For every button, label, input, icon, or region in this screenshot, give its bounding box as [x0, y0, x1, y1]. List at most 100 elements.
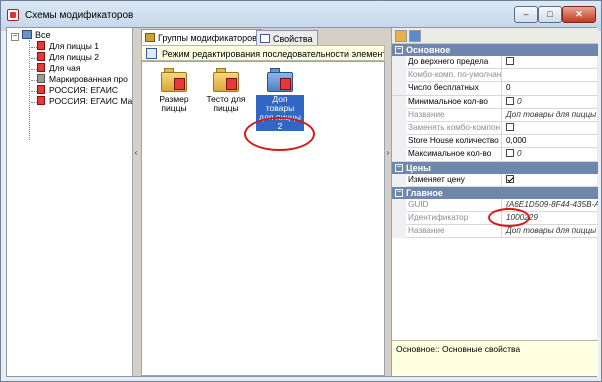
group-label: Тесто для пиццы: [206, 94, 246, 113]
tree-item-egais-ma[interactable]: РОССИЯ: ЕГАИС Ма: [37, 96, 132, 107]
prop-name: До верхнего предела: [406, 56, 502, 69]
replace-combo-checkbox[interactable]: [506, 122, 514, 131]
prop-value[interactable]: 0: [504, 148, 598, 161]
edit-mode-toggle[interactable]: Режим редактирования последовательности …: [141, 45, 385, 61]
prop-name: Минимальное кол-во: [406, 95, 502, 109]
red-doc-icon: [37, 52, 45, 61]
window-title: Схемы модификаторов: [25, 10, 134, 21]
tab-label: Свойства: [273, 34, 313, 44]
group-label: Размер пиццы: [159, 94, 189, 113]
tree-item-label: Для чая: [49, 63, 81, 73]
category-label: Основное: [406, 45, 451, 55]
prop-name: Изменяет цену: [406, 173, 502, 187]
category-label: Цены: [406, 162, 431, 173]
prop-row-max-count[interactable]: Максимальное кол-во 0: [392, 148, 598, 162]
property-grid-panel: − Основное До верхнего предела Комбо-комп…: [391, 28, 598, 376]
prop-value[interactable]: [504, 122, 598, 135]
tree-item-label: Для пиццы 1: [49, 41, 99, 51]
prop-name: Название: [406, 225, 502, 239]
prop-value[interactable]: [504, 69, 598, 82]
folder-tree-icon: [22, 30, 32, 39]
collapse-icon[interactable]: −: [395, 46, 403, 54]
modifier-schemes-window: Схемы модификаторов – □ ✕ − Все Для пиццы…: [0, 0, 602, 382]
category-basic[interactable]: − Основное: [392, 44, 598, 56]
min-count-checkbox[interactable]: [506, 96, 514, 105]
tab-strip: Группы модификаторов Свойства: [141, 29, 385, 46]
prop-value[interactable]: Доп товары для пиццы 2: [504, 109, 598, 122]
tree-item-label: РОССИЯ: ЕГАИС Ма: [49, 96, 133, 106]
prop-value[interactable]: 0: [504, 96, 598, 109]
prop-name: Store House количество: [406, 135, 502, 149]
tree-root-label: Все: [35, 30, 51, 40]
tree-item-marked[interactable]: Маркированная про: [37, 74, 128, 85]
prop-value[interactable]: 0: [504, 82, 598, 95]
category-prices[interactable]: − Цены: [392, 161, 598, 174]
prop-name: Максимальное кол-во: [406, 148, 502, 162]
property-description: Основное:: Основные свойства: [392, 340, 598, 376]
maximize-button[interactable]: □: [538, 6, 562, 23]
red-doc-icon: [37, 85, 45, 94]
upper-limit-checkbox[interactable]: [506, 57, 514, 65]
prop-row-changes-price[interactable]: Изменяет цену: [392, 173, 598, 187]
prop-name: Заменять комбо-компон: [406, 121, 502, 135]
prop-row-free-count[interactable]: Число бесплатных 0: [392, 82, 598, 96]
groups-canvas: Размер пиццы Тесто для пиццы Доп товары для…: [141, 61, 385, 376]
folder-icon: [213, 68, 239, 92]
category-main[interactable]: − Главное: [392, 186, 598, 199]
prop-row-main-name[interactable]: Название Доп товары для пиццы 2: [392, 225, 598, 239]
groups-panel: Группы модификаторов Свойства Режим реда…: [139, 28, 385, 376]
red-doc-icon: [37, 41, 45, 50]
tree-item-label: Маркированная про: [49, 74, 128, 84]
prop-value[interactable]: [504, 174, 598, 187]
collapse-icon[interactable]: −: [395, 163, 403, 172]
categorized-view-icon[interactable]: [395, 30, 407, 42]
highlight-oval: [244, 117, 315, 151]
alphabetical-view-icon[interactable]: [409, 30, 421, 42]
tree-item-label: РОССИЯ: ЕГАИС: [49, 85, 118, 95]
prop-value[interactable]: Доп товары для пиццы 2: [504, 225, 598, 238]
properties-tab-icon: [260, 34, 270, 43]
prop-row-min-count[interactable]: Минимальное кол-во 0: [392, 95, 598, 109]
tree-item-egais[interactable]: РОССИЯ: ЕГАИС: [37, 85, 118, 96]
red-doc-icon: [37, 96, 45, 105]
prop-value[interactable]: [504, 56, 598, 69]
tab-modifier-groups[interactable]: Группы модификаторов: [141, 29, 262, 46]
tab-label: Группы модификаторов: [158, 33, 257, 43]
prop-row-replace-combo[interactable]: Заменять комбо-компон: [392, 121, 598, 136]
category-label: Главное: [406, 187, 443, 198]
tree-guide-line: [29, 40, 30, 140]
close-button[interactable]: ✕: [562, 6, 596, 23]
edit-mode-label: Режим редактирования последовательности …: [162, 49, 385, 59]
folder-icon: [161, 68, 187, 92]
collapse-icon[interactable]: −: [11, 33, 19, 41]
groups-tab-icon: [145, 33, 155, 42]
max-count-checkbox[interactable]: [506, 149, 514, 158]
prop-name: Число бесплатных: [406, 82, 502, 96]
minimize-button[interactable]: –: [514, 6, 538, 23]
collapse-icon[interactable]: −: [395, 188, 403, 197]
prop-row-upper-limit[interactable]: До верхнего предела: [392, 56, 598, 70]
edit-sequence-icon: [146, 48, 157, 59]
highlight-oval: [488, 208, 530, 227]
red-doc-icon: [37, 63, 45, 72]
tree-item-pizza-1[interactable]: Для пиццы 1: [37, 41, 99, 52]
changes-price-checkbox[interactable]: [506, 174, 514, 183]
tree-item-tea[interactable]: Для чая: [37, 63, 80, 74]
group-pizza-dough[interactable]: Тесто для пиццы: [202, 68, 250, 113]
prop-name: Комбо-комп. по-умолчан: [406, 69, 502, 83]
property-toolbar: [392, 28, 598, 44]
prop-value[interactable]: 0,000: [504, 135, 598, 148]
prop-name: GUID: [406, 198, 502, 212]
folder-icon: [267, 68, 293, 92]
tab-properties[interactable]: Свойства: [256, 30, 318, 46]
group-pizza-size[interactable]: Размер пиццы: [150, 68, 198, 113]
app-icon: [7, 9, 19, 21]
prop-row-combo-default[interactable]: Комбо-комп. по-умолчан: [392, 69, 598, 83]
schemes-tree: − Все Для пиццы 1 Для пиццы 2 Для чая Мар…: [7, 28, 133, 376]
grey-doc-icon: [37, 74, 45, 83]
prop-name: Название: [406, 108, 502, 122]
tree-item-pizza-2[interactable]: Для пиццы 2: [37, 52, 99, 63]
prop-row-storehouse-qty[interactable]: Store House количество 0,000: [392, 135, 598, 149]
tree-item-label: Для пиццы 2: [49, 52, 99, 62]
prop-row-name[interactable]: Название Доп товары для пиццы 2: [392, 108, 598, 122]
